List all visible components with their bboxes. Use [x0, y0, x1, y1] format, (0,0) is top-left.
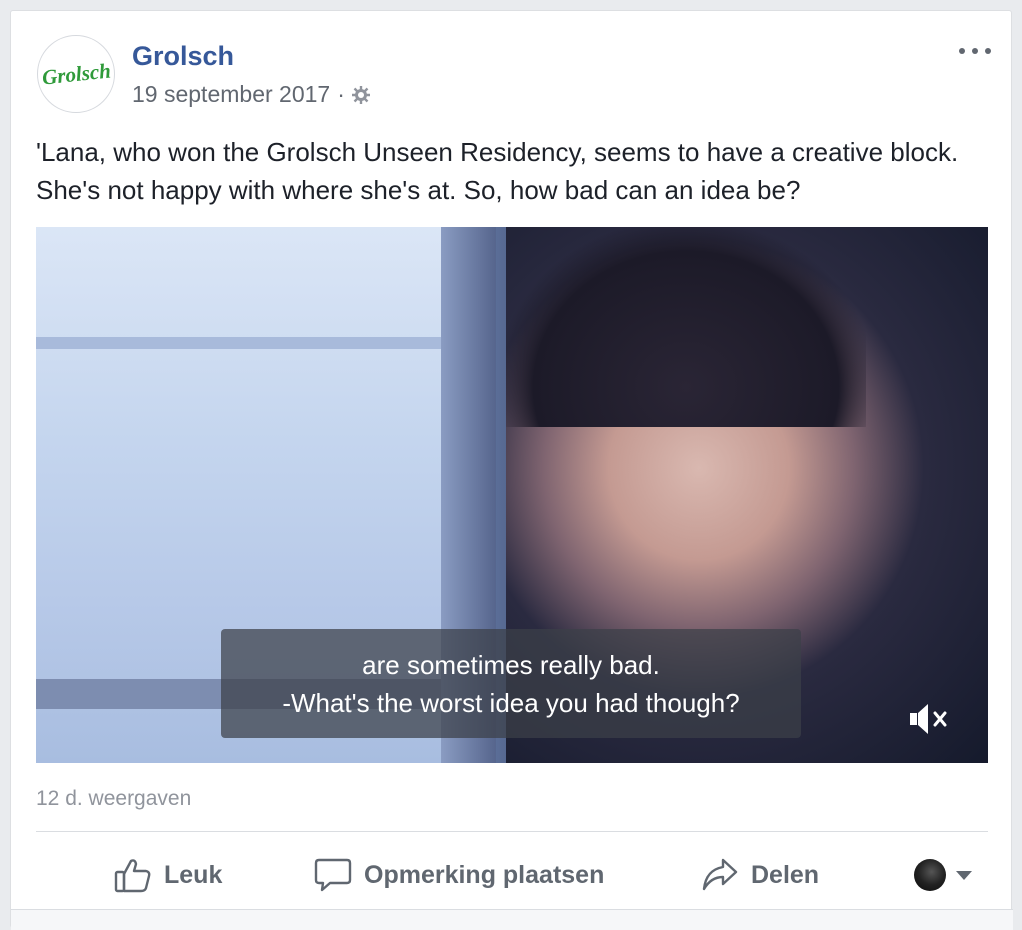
view-count[interactable]: 12 d. weergaven — [36, 787, 191, 811]
comments-strip — [11, 909, 1013, 930]
window-frame — [36, 337, 446, 349]
page-name-link[interactable]: Grolsch — [132, 41, 234, 72]
video-frame-hair — [506, 227, 866, 427]
post-text: 'Lana, who won the Grolsch Unseen Reside… — [36, 137, 959, 205]
like-button[interactable]: Leuk — [114, 857, 222, 893]
subtitle-line-1: are sometimes really bad. — [362, 649, 660, 680]
page-avatar[interactable]: Grolsch — [37, 35, 115, 113]
post-date[interactable]: 19 september 2017 — [132, 81, 330, 108]
comment-button[interactable]: Opmerking plaatsen — [314, 857, 604, 893]
meta-separator: · — [337, 81, 345, 107]
share-arrow-icon — [702, 858, 738, 891]
comment-icon — [314, 858, 352, 892]
video-subtitle: are sometimes really bad. -What's the wo… — [221, 629, 801, 738]
divider — [36, 831, 988, 832]
thumbs-up-icon — [114, 859, 151, 893]
globe-icon[interactable] — [351, 85, 371, 105]
subtitle-line-2: -What's the worst idea you had though? — [282, 687, 740, 718]
user-avatar — [914, 859, 946, 891]
post-card: Grolsch Grolsch 19 september 2017 · 'Lan… — [10, 10, 1013, 930]
post-as-selector[interactable] — [914, 859, 972, 891]
video-player[interactable]: are sometimes really bad. -What's the wo… — [36, 227, 988, 763]
comment-label: Opmerking plaatsen — [364, 860, 605, 889]
action-bar: Leuk Opmerking plaatsen Delen — [36, 849, 988, 901]
post-meta: 19 september 2017 · — [132, 81, 371, 108]
grolsch-logo: Grolsch — [40, 57, 112, 90]
like-label: Leuk — [164, 860, 223, 889]
speaker-muted-icon[interactable] — [908, 699, 952, 739]
more-options-icon[interactable] — [959, 45, 991, 57]
share-button[interactable]: Delen — [701, 857, 819, 893]
share-label: Delen — [751, 860, 820, 889]
chevron-down-icon — [956, 870, 972, 880]
